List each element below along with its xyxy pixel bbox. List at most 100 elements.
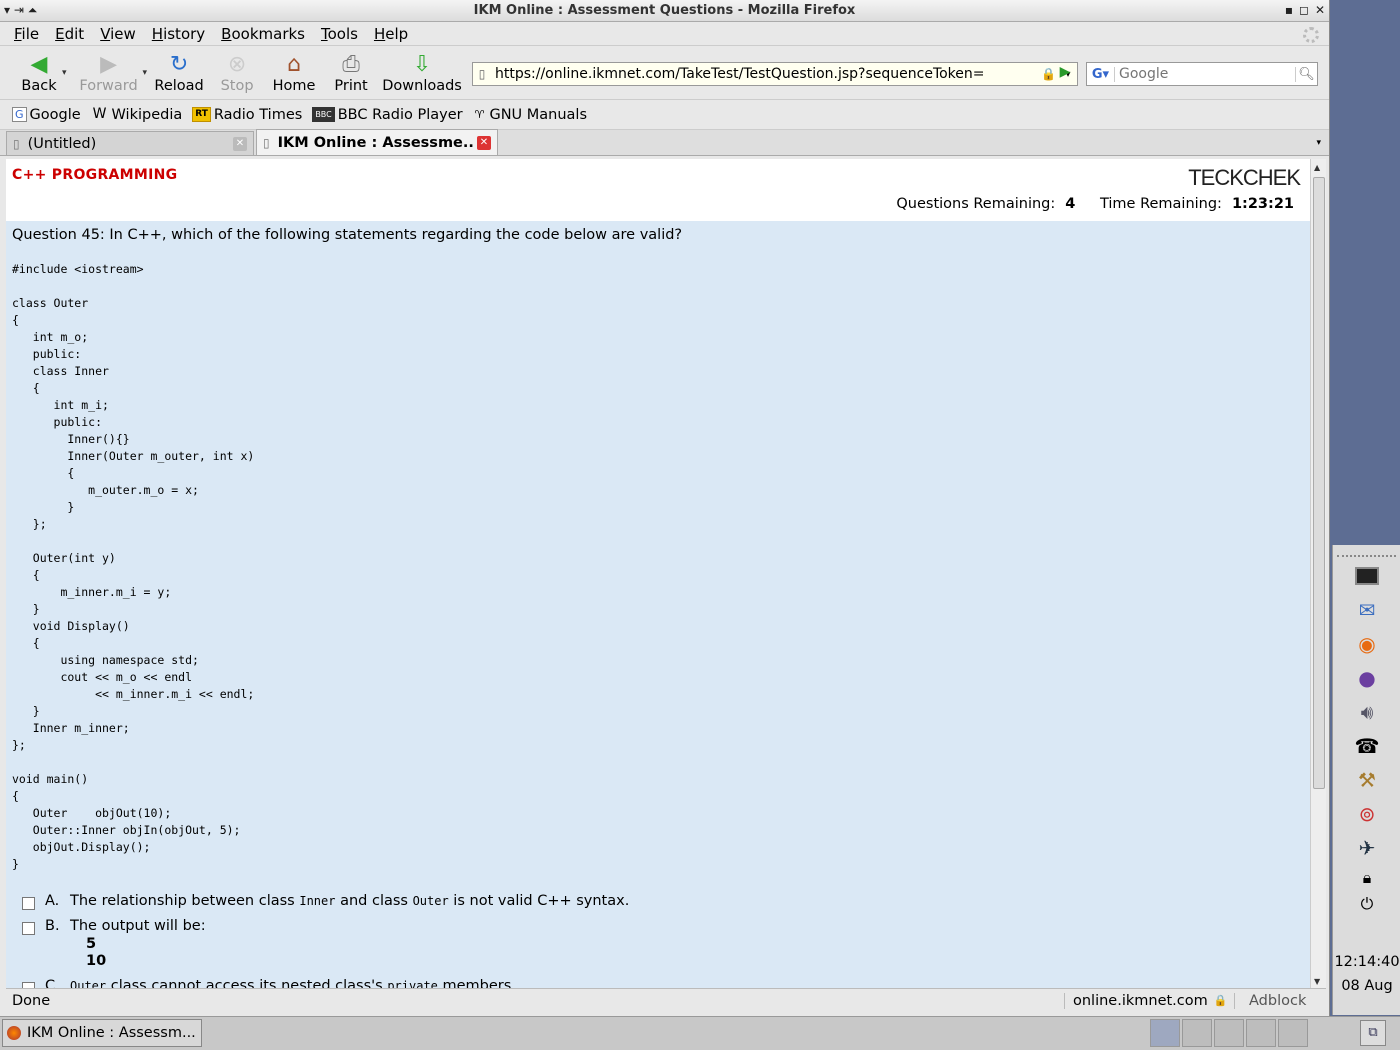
answer-b-text: The output will be: 5 10 bbox=[70, 918, 206, 969]
home-icon: ⌂ bbox=[287, 52, 302, 77]
bookmark-gnu-manuals[interactable]: ♈ GNU Manuals bbox=[473, 107, 587, 123]
workspace-3[interactable] bbox=[1214, 1019, 1244, 1047]
dock-grip[interactable] bbox=[1337, 547, 1396, 557]
workspace-4[interactable] bbox=[1246, 1019, 1276, 1047]
search-icon[interactable]: 🔍︎ bbox=[1295, 66, 1317, 82]
minimize-icon[interactable]: ▪ bbox=[1285, 3, 1293, 17]
menu-file[interactable]: File bbox=[6, 25, 47, 43]
taskbar-firefox-window[interactable]: IKM Online : Assessm... bbox=[2, 1019, 202, 1047]
url-bar[interactable]: ▯ https://online.ikmnet.com/TakeTest/Tes… bbox=[472, 62, 1078, 86]
scroll-thumb[interactable] bbox=[1313, 177, 1325, 789]
menu-history[interactable]: History bbox=[144, 25, 213, 43]
search-input[interactable] bbox=[1115, 66, 1295, 82]
thunderbird-icon[interactable]: ✉ bbox=[1333, 593, 1400, 627]
power-icon[interactable]: ⏻ bbox=[1333, 891, 1400, 917]
subject-title: C++ PROGRAMMING bbox=[12, 167, 178, 183]
teckchek-logo: TECKCHEK bbox=[1188, 165, 1301, 190]
close-tab-icon[interactable]: ✕ bbox=[477, 135, 491, 150]
menu-tools[interactable]: Tools bbox=[313, 25, 366, 43]
workspace-pager bbox=[1150, 1019, 1330, 1047]
answer-b: B. The output will be: 5 10 bbox=[22, 918, 1304, 970]
menu-help[interactable]: Help bbox=[366, 25, 416, 43]
stop-button[interactable]: ⊗ Stop bbox=[209, 52, 265, 94]
download-icon: ⇩ bbox=[412, 52, 432, 77]
workspace-2[interactable] bbox=[1182, 1019, 1212, 1047]
answer-c-text: Outer class cannot access its nested cla… bbox=[70, 978, 516, 988]
show-desktop-icon[interactable]: ⧉ bbox=[1360, 1020, 1386, 1046]
status-text: Done bbox=[12, 992, 51, 1009]
print-button[interactable]: ⎙ Print bbox=[323, 52, 379, 94]
telephone-icon[interactable]: ☎ bbox=[1333, 729, 1400, 763]
terminal-icon[interactable] bbox=[1333, 559, 1400, 593]
questions-remaining-label: Questions Remaining: bbox=[896, 196, 1056, 212]
bookmark-wikipedia[interactable]: W Wikipedia bbox=[91, 107, 183, 123]
menu-bookmarks[interactable]: Bookmarks bbox=[213, 25, 313, 43]
status-bar: Done online.ikmnet.com 🔒 Adblock bbox=[6, 988, 1326, 1012]
answer-a: A. The relationship between class Inner … bbox=[22, 893, 1304, 910]
search-engine-icon[interactable]: G▾ bbox=[1087, 66, 1115, 82]
adblock-button[interactable]: Adblock bbox=[1234, 992, 1326, 1009]
printer-icon: ⎙ bbox=[342, 52, 360, 77]
menu-bar: File Edit View History Bookmarks Tools H… bbox=[0, 22, 1329, 46]
network-icon[interactable]: ✈ bbox=[1333, 831, 1400, 865]
search-box[interactable]: G▾ 🔍︎ bbox=[1086, 62, 1318, 86]
url-text[interactable]: https://online.ikmnet.com/TakeTest/TestQ… bbox=[491, 66, 1041, 82]
reload-button[interactable]: ↻ Reload bbox=[149, 52, 209, 94]
answer-b-output: 5 10 bbox=[86, 936, 107, 969]
forward-button[interactable]: ▶ Forward bbox=[69, 52, 149, 94]
page-favicon: ▯ bbox=[478, 67, 486, 81]
stop-icon: ⊗ bbox=[227, 52, 247, 77]
back-button[interactable]: ◀ Back bbox=[10, 52, 68, 94]
menu-edit[interactable]: Edit bbox=[47, 25, 92, 43]
test-counters: Questions Remaining: 4 Time Remaining: 1:2… bbox=[896, 196, 1294, 212]
questions-remaining-value: 4 bbox=[1065, 196, 1076, 212]
help-lifebuoy-icon[interactable]: ⊚ bbox=[1333, 797, 1400, 831]
workspace-5[interactable] bbox=[1278, 1019, 1308, 1047]
bookmark-bbc-radio-player[interactable]: BBC BBC Radio Player bbox=[312, 107, 463, 123]
ssl-lock-icon: 🔒 bbox=[1213, 994, 1228, 1007]
answer-a-text: The relationship between class Inner and… bbox=[70, 893, 630, 909]
back-history-dropdown[interactable]: ▾ bbox=[62, 68, 67, 78]
answer-a-checkbox[interactable] bbox=[22, 897, 35, 910]
workspace-1[interactable] bbox=[1150, 1019, 1180, 1047]
scroll-up-icon[interactable]: ▲ bbox=[1314, 163, 1320, 172]
menu-view[interactable]: View bbox=[92, 25, 144, 43]
test-header: C++ PROGRAMMING TECKCHEK Questions Remai… bbox=[6, 159, 1310, 221]
radio-times-icon: RT bbox=[192, 107, 211, 122]
maximize-icon[interactable]: ◻ bbox=[1299, 3, 1309, 17]
status-domain[interactable]: online.ikmnet.com 🔒 bbox=[1064, 992, 1234, 1009]
vertical-scrollbar[interactable]: ▲ ▼ bbox=[1310, 159, 1326, 988]
reload-icon: ↻ bbox=[169, 52, 189, 77]
tab-ikm-online[interactable]: ▯ IKM Online : Assessme... ✕ bbox=[256, 129, 498, 155]
go-icon[interactable]: ▶ bbox=[1056, 64, 1074, 84]
close-window-icon[interactable]: ✕ bbox=[1315, 3, 1325, 17]
firefox-window: ▾ ⇥ ⏶ IKM Online : Assessment Questions … bbox=[0, 0, 1330, 1016]
scroll-down-icon[interactable]: ▼ bbox=[1314, 977, 1320, 986]
tab-bar: ▯ (Untitled) ✕ ▯ IKM Online : Assessme..… bbox=[0, 129, 1329, 156]
bookmarks-toolbar: G Google W Wikipedia RT Radio Times BBC … bbox=[0, 100, 1329, 130]
time-remaining-value: 1:23:21 bbox=[1231, 196, 1294, 212]
time-remaining-label: Time Remaining: bbox=[1099, 196, 1222, 212]
question-text: Question 45: In C++, which of the follow… bbox=[12, 227, 683, 243]
page-content: C++ PROGRAMMING TECKCHEK Questions Remai… bbox=[6, 159, 1310, 988]
lock-screen-icon[interactable]: 🔒︎ bbox=[1333, 865, 1400, 891]
title-bar[interactable]: ▾ ⇥ ⏶ IKM Online : Assessment Questions … bbox=[0, 0, 1329, 22]
gnu-icon: ♈ bbox=[474, 108, 485, 121]
clock-date: 08 Aug bbox=[1341, 978, 1393, 994]
firefox-icon[interactable]: ◉ bbox=[1333, 627, 1400, 661]
nvu-icon[interactable]: ● bbox=[1333, 661, 1400, 695]
tab-list-dropdown[interactable]: ▾ bbox=[1316, 138, 1321, 148]
volume-icon[interactable]: 🔊︎ bbox=[1333, 695, 1400, 729]
close-tab-icon[interactable]: ✕ bbox=[233, 136, 247, 151]
forward-arrow-icon: ▶ bbox=[100, 52, 117, 77]
home-button[interactable]: ⌂ Home bbox=[265, 52, 323, 94]
bbc-icon: BBC bbox=[312, 107, 335, 122]
tab-untitled[interactable]: ▯ (Untitled) ✕ bbox=[6, 131, 254, 155]
clock: 12:14:40 08 Aug bbox=[1333, 950, 1400, 998]
bookmark-radio-times[interactable]: RT Radio Times bbox=[192, 107, 302, 123]
tools-icon[interactable]: ⚒ bbox=[1333, 763, 1400, 797]
bookmark-google[interactable]: G Google bbox=[12, 107, 81, 123]
answer-b-checkbox[interactable] bbox=[22, 922, 35, 935]
forward-history-dropdown[interactable]: ▾ bbox=[143, 68, 148, 78]
downloads-button[interactable]: ⇩ Downloads bbox=[379, 52, 465, 94]
